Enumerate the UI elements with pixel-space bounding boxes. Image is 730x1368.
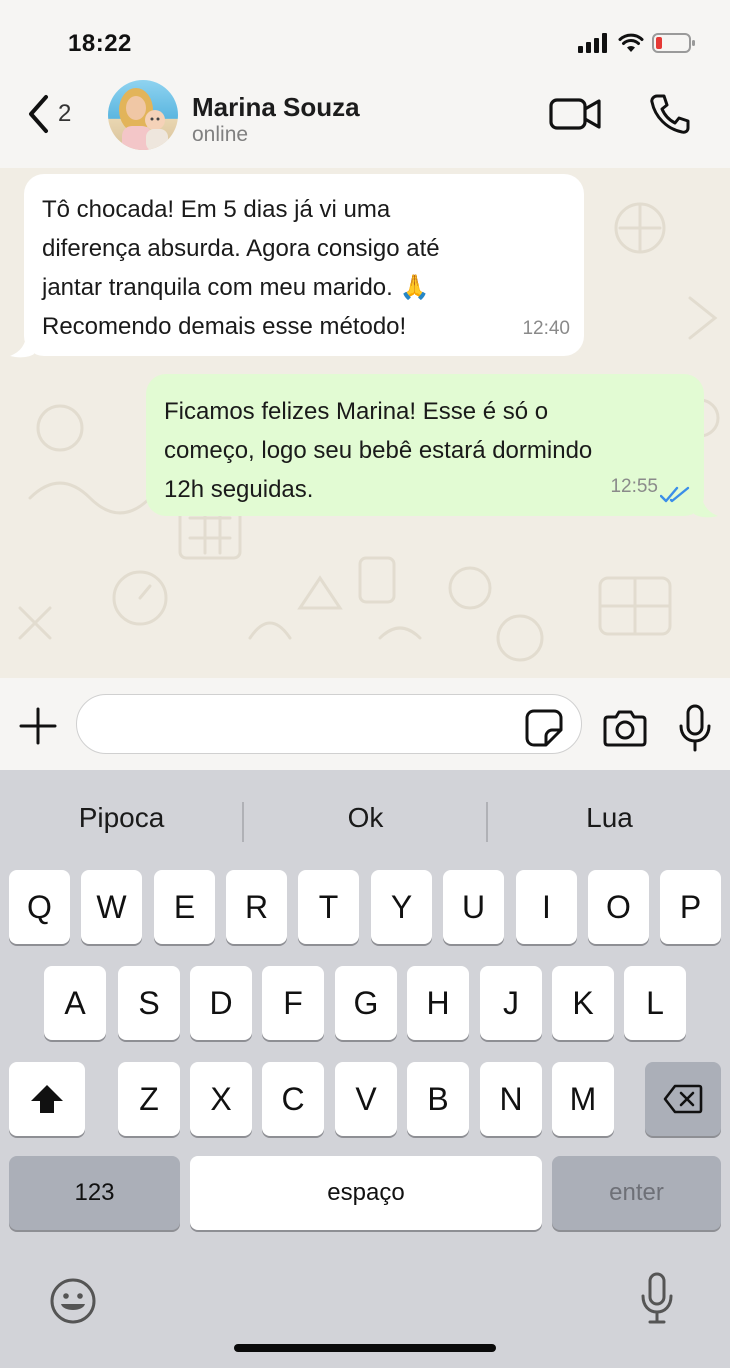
chat-area[interactable]: Tô chocada! Em 5 dias já vi uma diferenç…	[0, 168, 730, 678]
message-time: 12:40	[522, 318, 570, 339]
bubble-tail	[694, 498, 718, 518]
backspace-key[interactable]	[645, 1062, 721, 1136]
numbers-key[interactable]: 123	[9, 1156, 180, 1230]
voice-call-button[interactable]	[648, 92, 692, 136]
plus-icon	[19, 707, 57, 745]
backspace-icon	[663, 1084, 703, 1114]
key-h[interactable]: H	[407, 966, 469, 1040]
message-input-bar	[0, 678, 730, 770]
key-j[interactable]: J	[480, 966, 542, 1040]
key-q[interactable]: Q	[9, 870, 70, 944]
microphone-icon	[679, 704, 711, 752]
key-k[interactable]: K	[552, 966, 614, 1040]
key-c[interactable]: C	[262, 1062, 324, 1136]
status-icons	[578, 32, 696, 54]
outgoing-message[interactable]: Ficamos felizes Marina! Esse é só o come…	[146, 374, 718, 518]
wifi-icon	[618, 33, 644, 52]
message-text: Ficamos felizes Marina! Esse é só o come…	[164, 398, 593, 503]
microphone-icon	[641, 1272, 673, 1324]
unread-count: 2	[58, 100, 72, 127]
key-v[interactable]: V	[335, 1062, 397, 1136]
key-u[interactable]: U	[443, 870, 504, 944]
space-key[interactable]: espaço	[190, 1156, 542, 1230]
attach-button[interactable]	[18, 706, 58, 746]
home-indicator[interactable]	[234, 1344, 496, 1352]
phone-icon	[650, 94, 690, 134]
suggestion-lua[interactable]: Lua	[488, 802, 730, 834]
bubble-tail	[10, 338, 34, 358]
smiley-icon	[50, 1278, 96, 1324]
keyboard: Pipoca Ok Lua Q W E R T Y U I O P A S D …	[0, 770, 730, 1368]
key-a[interactable]: A	[44, 966, 106, 1040]
camera-button[interactable]	[602, 708, 648, 748]
sticker-button[interactable]	[524, 708, 564, 748]
contact-photo	[108, 80, 178, 150]
message-input[interactable]	[76, 694, 582, 754]
key-s[interactable]: S	[118, 966, 180, 1040]
key-d[interactable]: D	[190, 966, 252, 1040]
suggestion-ok[interactable]: Ok	[244, 802, 487, 834]
sticker-icon	[525, 709, 563, 747]
key-p[interactable]: P	[660, 870, 721, 944]
shift-key[interactable]	[9, 1062, 85, 1136]
key-f[interactable]: F	[262, 966, 324, 1040]
enter-key[interactable]: enter	[552, 1156, 721, 1230]
suggestion-pipoca[interactable]: Pipoca	[0, 802, 243, 834]
video-call-button[interactable]	[548, 94, 604, 134]
incoming-message[interactable]: Tô chocada! Em 5 dias já vi uma diferenç…	[10, 174, 584, 358]
chevron-left-icon	[29, 95, 48, 133]
dictation-button[interactable]	[640, 1272, 674, 1326]
key-g[interactable]: G	[335, 966, 397, 1040]
key-o[interactable]: O	[588, 870, 649, 944]
key-m[interactable]: M	[552, 1062, 614, 1136]
message-text: Tô chocada! Em 5 dias já vi uma diferenç…	[42, 196, 440, 340]
key-l[interactable]: L	[624, 966, 686, 1040]
battery-icon	[652, 33, 695, 53]
key-r[interactable]: R	[226, 870, 287, 944]
shift-arrow-icon	[31, 1085, 63, 1113]
message-time: 12:55	[610, 476, 658, 497]
cellular-signal-icon	[578, 33, 607, 53]
avatar[interactable]	[108, 80, 178, 150]
read-receipt-icon	[660, 486, 690, 503]
key-x[interactable]: X	[190, 1062, 252, 1136]
key-e[interactable]: E	[154, 870, 215, 944]
key-b[interactable]: B	[407, 1062, 469, 1136]
voice-message-button[interactable]	[678, 704, 712, 752]
status-bar: 18:22	[0, 0, 730, 80]
key-w[interactable]: W	[81, 870, 142, 944]
key-i[interactable]: I	[516, 870, 577, 944]
video-camera-icon	[549, 98, 601, 130]
emoji-keyboard-button[interactable]	[48, 1276, 98, 1326]
suggestion-bar: Pipoca Ok Lua	[0, 792, 730, 852]
key-z[interactable]: Z	[118, 1062, 180, 1136]
key-t[interactable]: T	[298, 870, 359, 944]
key-y[interactable]: Y	[371, 870, 432, 944]
back-button[interactable]: 2	[26, 92, 90, 136]
contact-status: online	[192, 123, 249, 146]
chat-header: 2 Marina Souza online	[0, 72, 730, 170]
camera-icon	[603, 710, 647, 747]
key-n[interactable]: N	[480, 1062, 542, 1136]
contact-name[interactable]: Marina Souza	[192, 92, 360, 123]
status-time: 18:22	[68, 30, 132, 57]
